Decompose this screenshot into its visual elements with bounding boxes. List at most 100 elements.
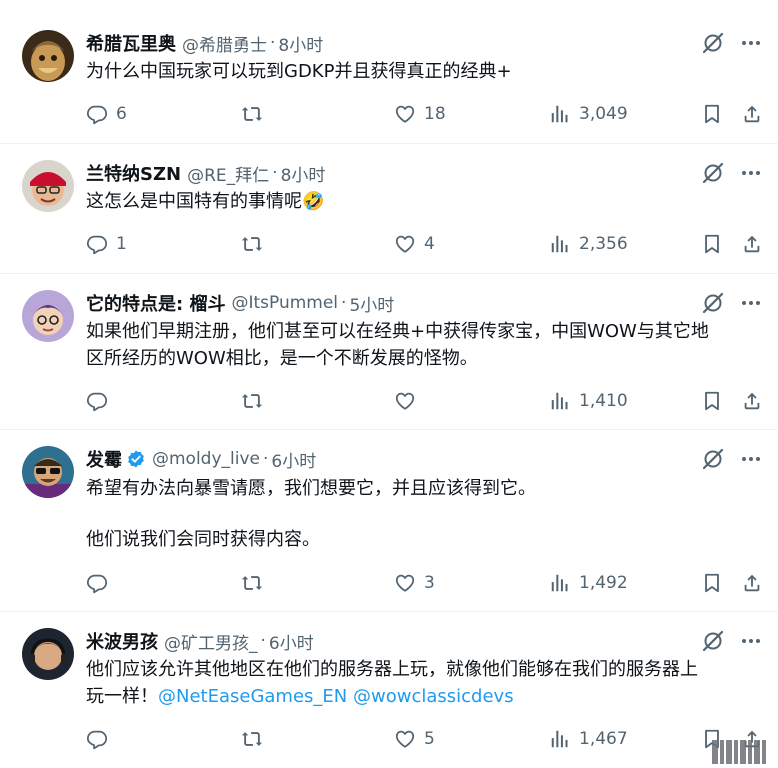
- like-icon: [394, 233, 416, 255]
- tweet[interactable]: 发霉 @moldy_live · 6小时 希望有办法向暴雪请愿，我们想要它，并且…: [0, 430, 778, 612]
- reply-button[interactable]: [86, 570, 108, 596]
- tweet-tools: [700, 160, 764, 186]
- display-name[interactable]: 米波男孩: [86, 628, 158, 654]
- share-button[interactable]: [741, 388, 763, 414]
- display-name[interactable]: 希腊瓦里奥: [86, 30, 176, 56]
- retweet-button[interactable]: [241, 388, 263, 414]
- timestamp[interactable]: 8小时: [281, 161, 326, 186]
- share-button[interactable]: [741, 570, 763, 596]
- like-button[interactable]: 5: [394, 726, 435, 752]
- like-button[interactable]: 18: [394, 101, 446, 127]
- share-icon: [741, 103, 763, 125]
- tweet[interactable]: 米波男孩 @矿工男孩_ · 6小时 他们应该允许其他地区在他们的服务器上玩，就像…: [0, 612, 778, 768]
- views-button[interactable]: 1,467: [549, 726, 628, 752]
- reply-button[interactable]: 1: [86, 231, 127, 257]
- like-button[interactable]: [394, 388, 416, 414]
- display-name[interactable]: 发霉: [86, 446, 122, 472]
- bookmark-button[interactable]: [701, 570, 723, 596]
- like-count: 5: [424, 729, 435, 749]
- tweet[interactable]: 兰特纳SZN @RE_拜仁 · 8小时 这怎么是中国特有的事情呢🤣 1 4 2,…: [0, 144, 778, 274]
- tweet-line: 区所经历的WOW相比，是一个不断发展的怪物。: [86, 348, 478, 369]
- user-handle[interactable]: @moldy_live: [152, 449, 260, 469]
- like-button[interactable]: 4: [394, 231, 435, 257]
- retweet-button[interactable]: [241, 726, 263, 752]
- tweet-text: 希望有办法向暴雪请愿，我们想要它，并且应该得到它。 他们说我们会同时获得内容。: [86, 475, 762, 553]
- bookmark-icon: [701, 572, 723, 594]
- reply-button[interactable]: [86, 388, 108, 414]
- more-icon[interactable]: [738, 30, 764, 56]
- timestamp[interactable]: 6小时: [271, 447, 316, 472]
- view-count: 1,410: [579, 391, 628, 411]
- views-button[interactable]: 3,049: [549, 101, 628, 127]
- separator-dot: ·: [341, 293, 347, 313]
- views-button[interactable]: 1,410: [549, 388, 628, 414]
- more-icon[interactable]: [738, 446, 764, 472]
- tweet-paragraph: 他们说我们会同时获得内容。: [86, 529, 320, 550]
- user-handle[interactable]: @矿工男孩_: [164, 629, 258, 654]
- tweet-header: 希腊瓦里奥 @希腊勇士 · 8小时: [86, 30, 323, 56]
- reply-icon: [86, 390, 108, 412]
- tweet[interactable]: 希腊瓦里奥 @希腊勇士 · 8小时 为什么中国玩家可以玩到GDKP并且获得真正的…: [0, 0, 778, 144]
- timestamp[interactable]: 8小时: [278, 31, 323, 56]
- action-bar: 5 1,467: [86, 726, 766, 752]
- display-name[interactable]: 兰特纳SZN: [86, 160, 181, 186]
- views-button[interactable]: 2,356: [549, 231, 628, 257]
- timestamp[interactable]: 5小时: [349, 291, 394, 316]
- share-button[interactable]: [741, 231, 763, 257]
- views-icon: [549, 233, 571, 255]
- reply-button[interactable]: 6: [86, 101, 127, 127]
- tweet-tools: [700, 446, 764, 472]
- like-icon: [394, 728, 416, 750]
- red-cap-avatar-icon[interactable]: [22, 160, 74, 212]
- like-count: 3: [424, 573, 435, 593]
- mention-link[interactable]: @NetEaseGames_EN: [158, 686, 347, 707]
- separator-dot: ·: [272, 163, 278, 183]
- user-handle[interactable]: @ItsPummel: [231, 293, 338, 313]
- like-icon: [394, 103, 416, 125]
- bookmark-button[interactable]: [701, 231, 723, 257]
- views-icon: [549, 728, 571, 750]
- tweet-text: 为什么中国玩家可以玩到GDKP并且获得真正的经典+: [86, 58, 762, 85]
- tweet-line-text: 玩一样！: [86, 686, 158, 707]
- share-icon: [741, 572, 763, 594]
- more-icon[interactable]: [738, 628, 764, 654]
- reply-icon: [86, 233, 108, 255]
- timestamp[interactable]: 6小时: [269, 629, 314, 654]
- tweet-header: 兰特纳SZN @RE_拜仁 · 8小时: [86, 160, 326, 186]
- watermark-barcode: [712, 740, 766, 764]
- bookmark-button[interactable]: [701, 388, 723, 414]
- sunglasses-avatar-icon[interactable]: [22, 446, 74, 498]
- grok-icon[interactable]: [700, 30, 726, 56]
- views-icon: [549, 390, 571, 412]
- retweet-button[interactable]: [241, 570, 263, 596]
- tweet-line: 玩一样！@NetEaseGames_EN @wowclassicdevs: [86, 683, 762, 710]
- tweet[interactable]: 它的特点是: 榴斗 @ItsPummel · 5小时 如果他们早期注册，他们甚至…: [0, 274, 778, 430]
- warrior-avatar-icon[interactable]: [22, 30, 74, 82]
- views-button[interactable]: 1,492: [549, 570, 628, 596]
- grok-icon[interactable]: [700, 160, 726, 186]
- like-button[interactable]: 3: [394, 570, 435, 596]
- bookmark-button[interactable]: [701, 101, 723, 127]
- grok-icon[interactable]: [700, 290, 726, 316]
- mention-link[interactable]: @wowclassicdevs: [353, 686, 514, 707]
- cartoon-avatar-icon[interactable]: [22, 290, 74, 342]
- share-button[interactable]: [741, 101, 763, 127]
- view-count: 1,492: [579, 573, 628, 593]
- user-handle[interactable]: @希腊勇士: [182, 31, 267, 56]
- headset-avatar-icon[interactable]: [22, 628, 74, 680]
- retweet-button[interactable]: [241, 231, 263, 257]
- bookmark-icon: [701, 390, 723, 412]
- grok-icon[interactable]: [700, 446, 726, 472]
- view-count: 1,467: [579, 729, 628, 749]
- more-icon[interactable]: [738, 290, 764, 316]
- reply-icon: [86, 572, 108, 594]
- display-name[interactable]: 它的特点是: 榴斗: [86, 290, 225, 316]
- reply-button[interactable]: [86, 726, 108, 752]
- user-handle[interactable]: @RE_拜仁: [187, 161, 269, 186]
- more-icon[interactable]: [738, 160, 764, 186]
- like-icon: [394, 390, 416, 412]
- view-count: 3,049: [579, 104, 628, 124]
- retweet-button[interactable]: [241, 101, 263, 127]
- tweet-line: 这怎么是中国特有的事情呢🤣: [86, 191, 325, 212]
- grok-icon[interactable]: [700, 628, 726, 654]
